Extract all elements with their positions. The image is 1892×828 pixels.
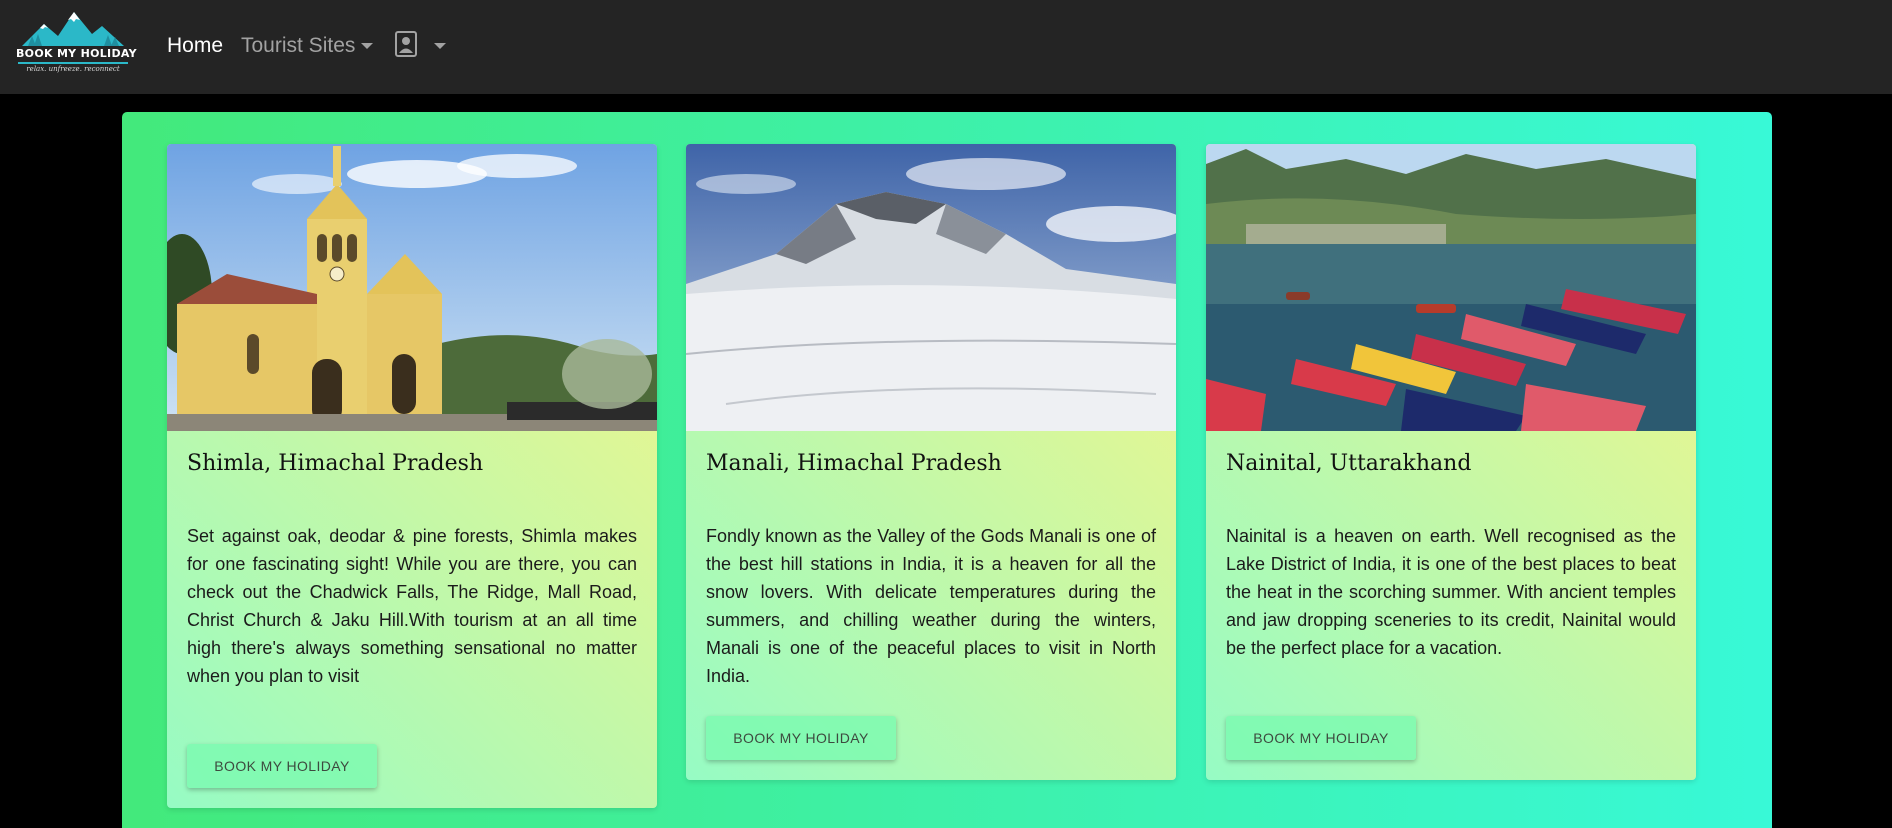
nav-tourist-sites-dropdown[interactable]: Tourist Sites xyxy=(241,31,355,61)
destination-card-shimla: Shimla, Himachal Pradesh Set against oak… xyxy=(167,144,657,808)
card-title: Nainital, Uttarakhand xyxy=(1226,451,1472,476)
chevron-down-icon[interactable] xyxy=(361,43,373,49)
navbar: BOOK MY HOLIDAY relax. unfreeze. reconne… xyxy=(0,0,1892,94)
card-description: Nainital is a heaven on earth. Well reco… xyxy=(1226,526,1676,658)
nainital-lake-boats-photo xyxy=(1206,144,1696,431)
chevron-down-icon[interactable] xyxy=(434,43,446,49)
user-portrait-icon[interactable] xyxy=(395,31,417,57)
book-my-holiday-button[interactable]: BOOK MY HOLIDAY xyxy=(1226,716,1416,760)
card-description: Fondly known as the Valley of the Gods M… xyxy=(706,526,1156,686)
card-title: Manali, Himachal Pradesh xyxy=(706,451,1002,476)
card-title: Shimla, Himachal Pradesh xyxy=(187,451,484,476)
manali-snow-mountain-photo xyxy=(686,144,1176,431)
brand-logo[interactable]: BOOK MY HOLIDAY relax. unfreeze. reconne… xyxy=(14,10,137,80)
destination-card-manali: Manali, Himachal Pradesh Fondly known as… xyxy=(686,144,1176,780)
nav-home-link[interactable]: Home xyxy=(167,31,223,61)
card-description: Set against oak, deodar & pine forests, … xyxy=(187,526,637,686)
book-my-holiday-button[interactable]: BOOK MY HOLIDAY xyxy=(706,716,896,760)
destination-card-nainital: Nainital, Uttarakhand Nainital is a heav… xyxy=(1206,144,1696,780)
logo-tagline: relax. unfreeze. reconnect xyxy=(26,65,120,73)
book-my-holiday-button[interactable]: BOOK MY HOLIDAY xyxy=(187,744,377,788)
shimla-church-photo xyxy=(167,144,657,431)
logo-name: BOOK MY HOLIDAY xyxy=(16,47,137,60)
